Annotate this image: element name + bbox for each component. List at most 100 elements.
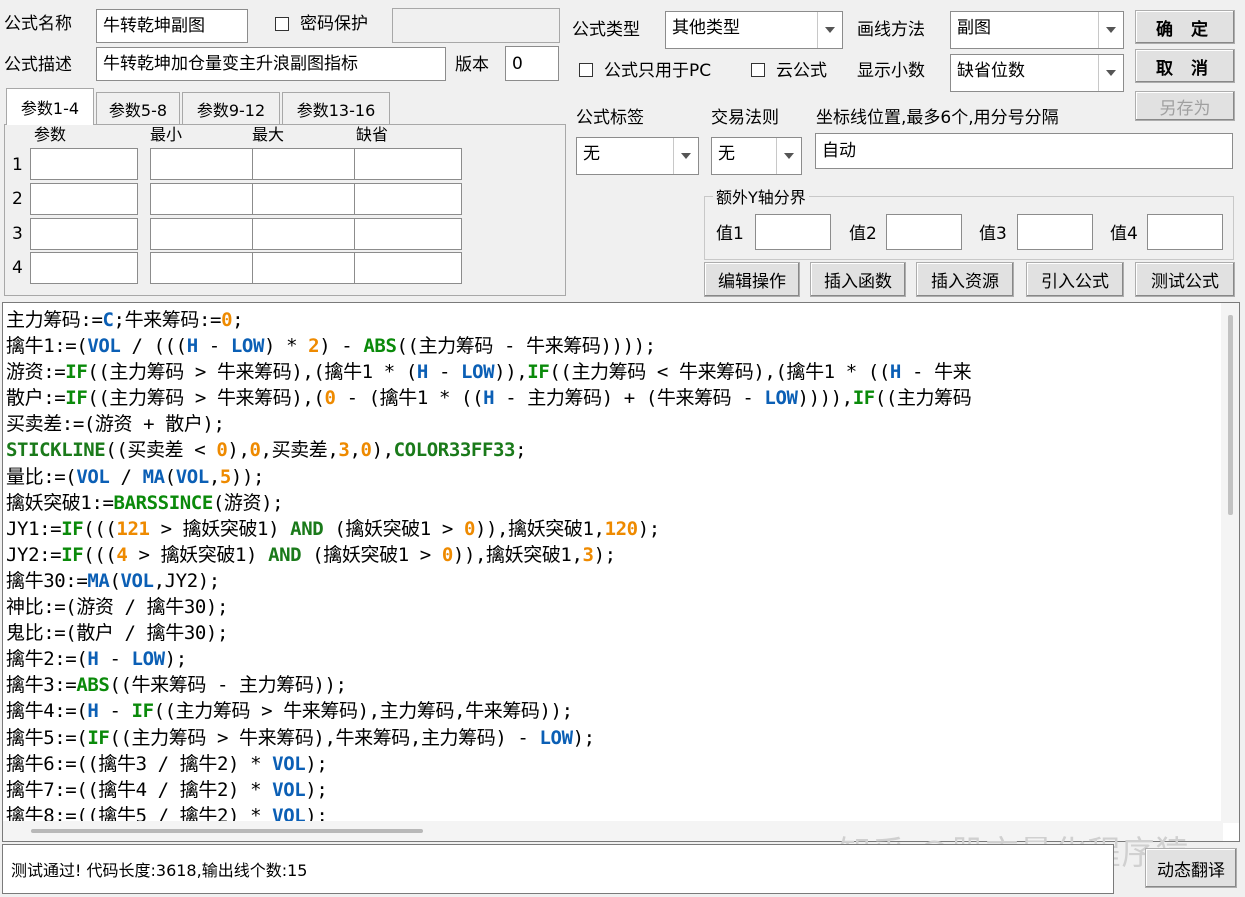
- param-header-min: 最小: [150, 125, 183, 144]
- code-token: - (擒牛1 * ((: [335, 387, 484, 410]
- code-token: 擒牛1:=(: [6, 335, 88, 358]
- formula-desc-input[interactable]: 牛转乾坤加仓量变主升浪副图指标: [96, 47, 446, 81]
- dynamic-translate-button[interactable]: 动态翻译: [1145, 848, 1237, 888]
- trade-rule-select[interactable]: 无: [711, 137, 802, 175]
- code-token: (擒妖突破1 >: [323, 517, 464, 540]
- param-cell-input[interactable]: [150, 148, 258, 180]
- param-cell-input[interactable]: [150, 183, 258, 215]
- code-token: IF: [852, 387, 875, 410]
- pc-only-checkbox[interactable]: [579, 63, 593, 77]
- param-cell-input[interactable]: [30, 252, 138, 284]
- value2-input[interactable]: [886, 214, 962, 250]
- code-editor[interactable]: 主力筹码:=C;牛来筹码:=0; 擒牛1:=(VOL / (((H - LOW) …: [2, 302, 1240, 842]
- param-cell-input[interactable]: [30, 148, 138, 180]
- code-token: 3: [338, 439, 350, 462]
- code-line: 买卖差:=(游资 + 散户);: [6, 411, 971, 437]
- code-token: ABS: [363, 335, 397, 358]
- code-line: 擒牛4:=(H - IF((主力筹码 > 牛来筹码),主力筹码,牛来筹码));: [6, 698, 971, 724]
- param-cell-input[interactable]: [30, 218, 138, 250]
- param-cell-input[interactable]: [354, 218, 462, 250]
- tab-params-13-16[interactable]: 参数13-16: [282, 92, 390, 124]
- value1-input[interactable]: [755, 214, 831, 250]
- draw-method-label: 画线方法: [857, 20, 925, 40]
- code-token: );: [305, 752, 328, 775]
- code-line: 主力筹码:=C;牛来筹码:=0;: [6, 307, 971, 333]
- param-cell-input[interactable]: [150, 252, 258, 284]
- insert-resource-button[interactable]: 插入资源: [916, 262, 1014, 297]
- code-token: > 擒妖突破1): [149, 517, 291, 540]
- code-token: ;: [232, 309, 244, 331]
- code-token: VOL: [76, 465, 110, 488]
- code-token: VOL: [87, 335, 121, 358]
- code-token: 0: [249, 439, 261, 462]
- code-token: H: [483, 387, 495, 410]
- vertical-scroll-thumb[interactable]: [1228, 315, 1233, 515]
- param-row-number: 2: [12, 189, 23, 209]
- code-token: H: [416, 361, 428, 384]
- code-token: 神比:=(游资 / 擒牛30);: [6, 596, 228, 619]
- code-token: ((主力筹码 - 牛来筹码))));: [396, 335, 657, 358]
- axis-position-input[interactable]: 自动: [815, 133, 1233, 169]
- param-cell-input[interactable]: [354, 148, 462, 180]
- formula-name-input[interactable]: 牛转乾坤副图: [96, 9, 248, 43]
- param-cell-input[interactable]: [252, 183, 360, 215]
- chevron-down-icon: [673, 138, 698, 174]
- password-input[interactable]: [392, 8, 560, 43]
- code-token: ,买卖差,: [260, 439, 339, 462]
- code-token: );: [164, 648, 187, 671]
- param-cell-input[interactable]: [252, 148, 360, 180]
- password-checkbox[interactable]: [275, 17, 289, 31]
- param-cell-input[interactable]: [252, 218, 360, 250]
- code-token: 3: [582, 543, 594, 566]
- code-line: 游资:=IF((主力筹码 > 牛来筹码),(擒牛1 * (H - LOW)),I…: [6, 359, 972, 385]
- decimals-value: 缺省位数: [957, 61, 1025, 81]
- code-token: IF: [61, 543, 84, 566]
- tab-params-1-4[interactable]: 参数1-4: [6, 88, 94, 125]
- tab-params-5-8[interactable]: 参数5-8: [96, 92, 180, 124]
- param-cell-input[interactable]: [354, 252, 462, 284]
- code-token: ((主力筹码 > 牛来筹码),主力筹码,牛来筹码));: [153, 700, 573, 723]
- cloud-checkbox[interactable]: [751, 63, 765, 77]
- edit-operation-button[interactable]: 编辑操作: [704, 262, 800, 297]
- code-token: BARSSINCE: [113, 491, 214, 514]
- cancel-button[interactable]: 取 消: [1135, 49, 1235, 83]
- code-token: IF: [131, 700, 154, 723]
- ok-button[interactable]: 确 定: [1135, 10, 1235, 44]
- code-token: );: [637, 517, 660, 540]
- code-token: H: [87, 700, 99, 723]
- draw-method-select[interactable]: 副图: [950, 11, 1124, 49]
- code-token: (: [164, 465, 176, 488]
- value3-input[interactable]: [1017, 214, 1093, 250]
- value4-input[interactable]: [1147, 214, 1223, 250]
- chevron-down-icon: [1098, 12, 1123, 48]
- version-input[interactable]: 0: [505, 46, 559, 81]
- code-token: ((主力筹码 > 牛来筹码),(: [87, 387, 325, 410]
- draw-method-value: 副图: [957, 18, 991, 38]
- code-line: STICKLINE((买卖差 < 0),0,买卖差,3,0),COLOR33FF…: [6, 437, 971, 463]
- param-cell-input[interactable]: [150, 218, 258, 250]
- code-line: 散户:=IF((主力筹码 > 牛来筹码),(0 - (擒牛1 * ((H - 主…: [6, 385, 972, 411]
- test-formula-button[interactable]: 测试公式: [1135, 262, 1235, 297]
- code-token: ((买卖差 <: [105, 439, 217, 462]
- insert-function-button[interactable]: 插入函数: [810, 262, 906, 297]
- horizontal-scroll-thumb[interactable]: [31, 829, 423, 833]
- code-token: 擒牛2:=(: [6, 648, 88, 671]
- code-token: H: [87, 648, 99, 671]
- code-token: 4: [116, 543, 128, 566]
- code-line: 鬼比:=(散户 / 擒牛30);: [6, 620, 971, 646]
- formula-tag-select[interactable]: 无: [576, 137, 699, 175]
- formula-type-select[interactable]: 其他类型: [665, 11, 843, 49]
- vertical-scrollbar[interactable]: [1221, 303, 1239, 823]
- import-formula-button[interactable]: 引入公式: [1026, 262, 1124, 297]
- code-token: -: [98, 648, 132, 671]
- decimals-select[interactable]: 缺省位数: [950, 54, 1124, 92]
- param-cell-input[interactable]: [252, 252, 360, 284]
- code-line: 擒牛7:=((擒牛4 / 擒牛2) * VOL);: [6, 777, 971, 803]
- tab-params-9-12[interactable]: 参数9-12: [182, 92, 280, 124]
- param-cell-input[interactable]: [30, 183, 138, 215]
- param-cell-input[interactable]: [354, 183, 462, 215]
- code-token: -: [197, 335, 231, 358]
- save-as-button[interactable]: 另存为: [1135, 91, 1235, 121]
- code-text[interactable]: 主力筹码:=C;牛来筹码:=0; 擒牛1:=(VOL / (((H - LOW) …: [6, 307, 972, 829]
- code-token: 0: [221, 309, 233, 331]
